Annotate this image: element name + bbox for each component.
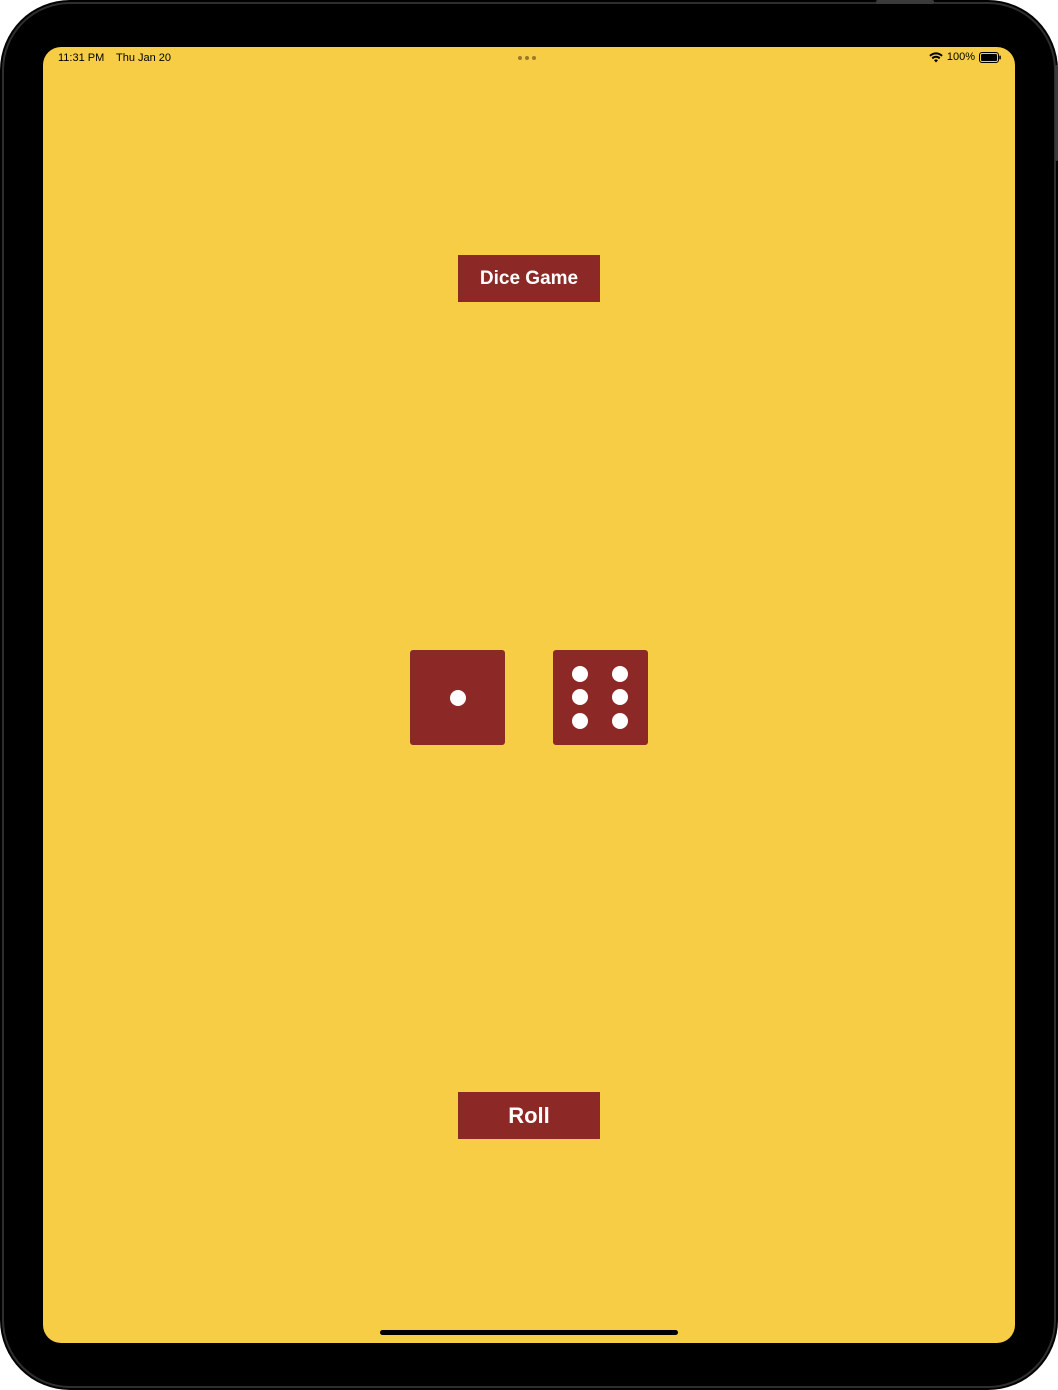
status-time: 11:31 PM: [58, 52, 105, 64]
status-date: Thu Jan 20: [116, 52, 172, 64]
ipad-frame: 11:31 PM Thu Jan 20 100% Dice Game Roll: [0, 0, 1058, 1390]
dice-game-title: Dice Game: [458, 255, 600, 302]
die-left-pip: [450, 690, 466, 706]
die-right-pip: [572, 666, 588, 682]
roll-button[interactable]: Roll: [458, 1092, 600, 1139]
battery-percentage: 100%: [946, 51, 975, 63]
app-screen: 11:31 PM Thu Jan 20 100% Dice Game Roll: [43, 47, 1015, 1343]
wifi-icon: [929, 51, 943, 62]
top-button: [876, 0, 934, 4]
die-right-pip: [612, 689, 628, 705]
die-left: [410, 650, 505, 745]
battery-full-icon: [979, 51, 1001, 63]
die-right: [553, 650, 648, 745]
die-right-pip: [612, 666, 628, 682]
die-right-pip: [572, 713, 588, 729]
multitasking-menu-icon[interactable]: [518, 56, 536, 60]
die-right-pip: [572, 689, 588, 705]
status-indicators: 100%: [929, 51, 1001, 63]
die-right-pip: [612, 713, 628, 729]
status-bar: 11:31 PM Thu Jan 20 100%: [43, 47, 1015, 71]
home-indicator[interactable]: [380, 1330, 678, 1335]
